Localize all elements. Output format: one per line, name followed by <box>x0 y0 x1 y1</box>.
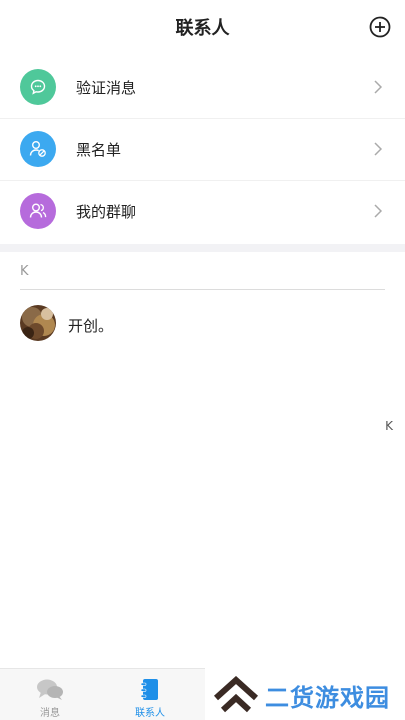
contact-row[interactable]: 开创。 <box>0 300 405 348</box>
tab-contacts[interactable]: 联系人 <box>100 669 200 720</box>
watermark-logo-icon <box>213 676 259 713</box>
section-separator <box>0 244 405 252</box>
chevron-right-icon <box>374 142 383 156</box>
tab-messages[interactable]: 消息 <box>0 669 100 720</box>
chat-bubble-icon <box>20 69 56 105</box>
watermark-text: 二货游戏园 <box>265 684 390 712</box>
menu-item-label: 黑名单 <box>76 141 122 159</box>
chevron-right-icon <box>374 204 383 218</box>
contacts-book-icon <box>140 679 158 700</box>
group-icon <box>20 193 56 229</box>
menu-item-verification[interactable]: 验证消息 <box>0 57 405 119</box>
avatar <box>20 305 56 341</box>
contact-name: 开创。 <box>68 317 114 335</box>
chevron-right-icon <box>374 80 383 94</box>
user-block-icon <box>20 131 56 167</box>
plus-circle-icon[interactable] <box>369 16 391 38</box>
tab-label: 消息 <box>40 708 60 719</box>
menu-item-my-groups[interactable]: 我的群聊 <box>0 181 405 243</box>
watermark: 二货游戏园 <box>205 668 405 720</box>
section-header-letter: K <box>20 264 29 279</box>
chat-bubbles-icon <box>37 679 63 700</box>
top-header: 联系人 <box>0 0 405 56</box>
menu-item-label: 我的群聊 <box>76 203 137 221</box>
divider <box>20 289 385 290</box>
alphabet-index-k[interactable]: K <box>385 419 393 433</box>
menu-item-blacklist[interactable]: 黑名单 <box>0 119 405 181</box>
tab-label: 联系人 <box>135 708 165 719</box>
menu-item-label: 验证消息 <box>76 79 137 97</box>
page-title: 联系人 <box>175 18 230 39</box>
